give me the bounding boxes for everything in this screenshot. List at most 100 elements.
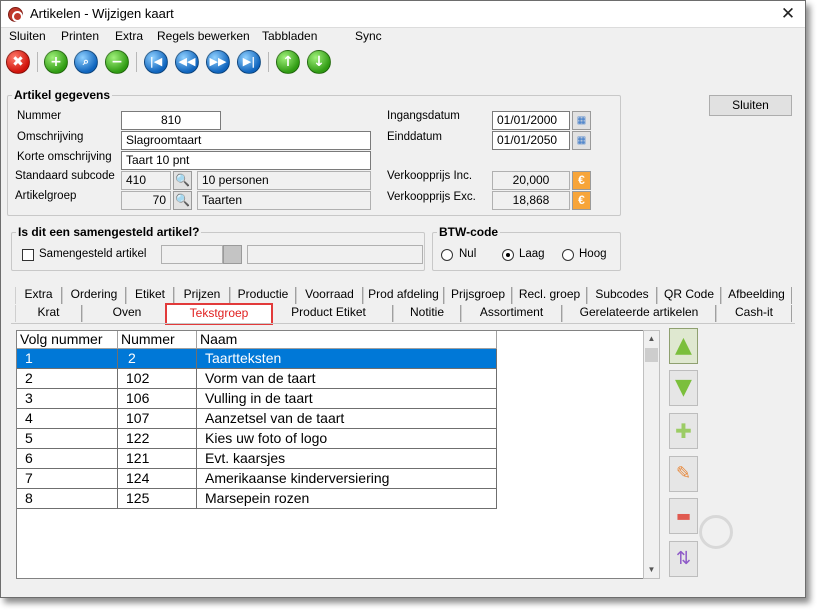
samengesteld-lookup-button[interactable] [223, 245, 242, 264]
tab-cash-it[interactable]: Cash-it [716, 305, 792, 322]
table-scrollbar[interactable]: ▲ ▼ [643, 330, 660, 579]
previous-record-icon[interactable]: ◀◀ [175, 50, 199, 74]
verkoopprijs-inc-field[interactable]: 20,000 [492, 171, 570, 190]
tab-extra[interactable]: Extra [15, 287, 62, 304]
euro-icon[interactable]: € [572, 191, 591, 210]
cell-nummer[interactable]: 125 [118, 489, 197, 509]
cell-nummer[interactable]: 106 [118, 389, 197, 409]
menu-sluiten[interactable]: Sluiten [9, 29, 46, 43]
sort-az-icon[interactable]: ⇅ [669, 541, 698, 577]
cell-volg-nummer[interactable]: 5 [17, 429, 118, 449]
tab-afbeelding[interactable]: Afbeelding [721, 287, 792, 304]
ingangsdatum-field[interactable]: 01/01/2000 [492, 111, 570, 130]
tab-product-etiket[interactable]: Product Etiket [264, 305, 393, 322]
tab-etiket[interactable]: Etiket [126, 287, 174, 304]
cell-naam[interactable]: Vulling in de taart [197, 389, 497, 409]
nummer-field[interactable]: 810 [121, 111, 221, 130]
menu-regels-bewerken[interactable]: Regels bewerken [157, 29, 250, 43]
column-header-nummer[interactable]: Nummer [118, 331, 197, 349]
euro-icon[interactable]: € [572, 171, 591, 190]
samengesteld-checkbox[interactable] [22, 249, 34, 261]
verkoopprijs-exc-field[interactable]: 18,868 [492, 191, 570, 210]
cell-volg-nummer[interactable]: 2 [17, 369, 118, 389]
menu-bar: Sluiten Printen Extra Regels bewerken Ta… [1, 28, 805, 46]
korte-omschrijving-field[interactable]: Taart 10 pnt [121, 151, 371, 170]
cell-volg-nummer[interactable]: 4 [17, 409, 118, 429]
tab-prod-afdeling[interactable]: Prod afdeling [363, 287, 444, 304]
cell-volg-nummer[interactable]: 3 [17, 389, 118, 409]
tab-ordering[interactable]: Ordering [62, 287, 126, 304]
btw-laag-label: Laag [519, 248, 545, 260]
scroll-down-icon[interactable]: ▼ [644, 562, 659, 578]
tab-oven[interactable]: Oven [82, 305, 172, 322]
delete-row-icon[interactable]: ▬ [669, 498, 698, 534]
tab-qr-code[interactable]: QR Code [657, 287, 721, 304]
first-record-icon[interactable]: |◀ [144, 50, 168, 74]
cell-naam[interactable]: Vorm van de taart [197, 369, 497, 389]
cell-nummer[interactable]: 124 [118, 469, 197, 489]
remove-icon[interactable]: − [105, 50, 129, 74]
tab-prijzen[interactable]: Prijzen [174, 287, 230, 304]
tab-tekstgroep[interactable]: Tekstgroep [165, 303, 273, 325]
artikelgroep-field[interactable]: 70 [121, 191, 171, 210]
close-icon[interactable]: ✖ [6, 50, 30, 74]
add-row-icon[interactable]: ✚ [669, 413, 698, 449]
cell-volg-nummer[interactable]: 6 [17, 449, 118, 469]
btw-nul-radio[interactable] [441, 249, 453, 261]
search-icon[interactable]: ⌕ [74, 50, 98, 74]
btw-hoog-radio[interactable] [562, 249, 574, 261]
einddatum-field[interactable]: 01/01/2050 [492, 131, 570, 150]
last-record-icon[interactable]: ▶| [237, 50, 261, 74]
cell-volg-nummer[interactable]: 7 [17, 469, 118, 489]
scroll-thumb[interactable] [645, 348, 658, 362]
tab-productie[interactable]: Productie [230, 287, 296, 304]
cell-nummer[interactable]: 121 [118, 449, 197, 469]
cell-naam[interactable]: Marsepein rozen [197, 489, 497, 509]
omschrijving-field[interactable]: Slagroomtaart [121, 131, 371, 150]
subcode-field[interactable]: 410 [121, 171, 171, 190]
calendar-icon[interactable]: ▦ [572, 131, 591, 150]
arrow-down-icon[interactable]: ↓ [307, 50, 331, 74]
tab-recl-groep[interactable]: Recl. groep [512, 287, 587, 304]
cell-naam[interactable]: Evt. kaarsjes [197, 449, 497, 469]
cell-nummer[interactable]: 2 [118, 349, 197, 369]
column-header-volg-nummer[interactable]: Volg nummer [17, 331, 118, 349]
cell-naam[interactable]: Aanzetsel van de taart [197, 409, 497, 429]
tab-prijsgroep[interactable]: Prijsgroep [444, 287, 512, 304]
column-header-naam[interactable]: Naam [197, 331, 497, 349]
tab-notitie[interactable]: Notitie [393, 305, 461, 322]
cell-volg-nummer[interactable]: 8 [17, 489, 118, 509]
window-close-icon[interactable]: ✕ [773, 2, 803, 26]
cell-naam[interactable]: Amerikaanse kinderversiering [197, 469, 497, 489]
menu-printen[interactable]: Printen [61, 29, 99, 43]
btw-laag-radio[interactable] [502, 249, 514, 261]
menu-tabbladen[interactable]: Tabbladen [262, 29, 317, 43]
tab-subcodes[interactable]: Subcodes [587, 287, 657, 304]
arrow-up-icon[interactable]: ↑ [276, 50, 300, 74]
edit-row-icon[interactable]: ✎ [669, 456, 698, 492]
menu-sync[interactable]: Sync [355, 29, 382, 43]
cell-naam[interactable]: Taartteksten [197, 349, 497, 369]
tab-assortiment[interactable]: Assortiment [461, 305, 562, 322]
move-down-icon[interactable]: ▼ [669, 370, 698, 406]
scroll-up-icon[interactable]: ▲ [644, 331, 659, 347]
cell-volg-nummer[interactable]: 1 [17, 349, 118, 369]
calendar-icon[interactable]: ▦ [572, 111, 591, 130]
move-up-icon[interactable]: ▲ [669, 328, 698, 364]
cell-naam[interactable]: Kies uw foto of logo [197, 429, 497, 449]
add-icon[interactable]: + [44, 50, 68, 74]
sluiten-button[interactable]: Sluiten [709, 95, 792, 116]
artikelgroep-search-icon[interactable]: 🔍 [173, 191, 192, 210]
cell-nummer[interactable]: 102 [118, 369, 197, 389]
tab-krat[interactable]: Krat [15, 305, 82, 322]
window-title: Artikelen - Wijzigen kaart [30, 6, 174, 21]
einddatum-label: Einddatum [387, 131, 442, 143]
watermark-logo-icon [699, 515, 733, 549]
subcode-search-icon[interactable]: 🔍 [173, 171, 192, 190]
next-record-icon[interactable]: ▶▶ [206, 50, 230, 74]
tab-gerelateerde-artikelen[interactable]: Gerelateerde artikelen [562, 305, 716, 322]
cell-nummer[interactable]: 107 [118, 409, 197, 429]
menu-extra[interactable]: Extra [115, 29, 143, 43]
cell-nummer[interactable]: 122 [118, 429, 197, 449]
tab-voorraad[interactable]: Voorraad [296, 287, 363, 304]
